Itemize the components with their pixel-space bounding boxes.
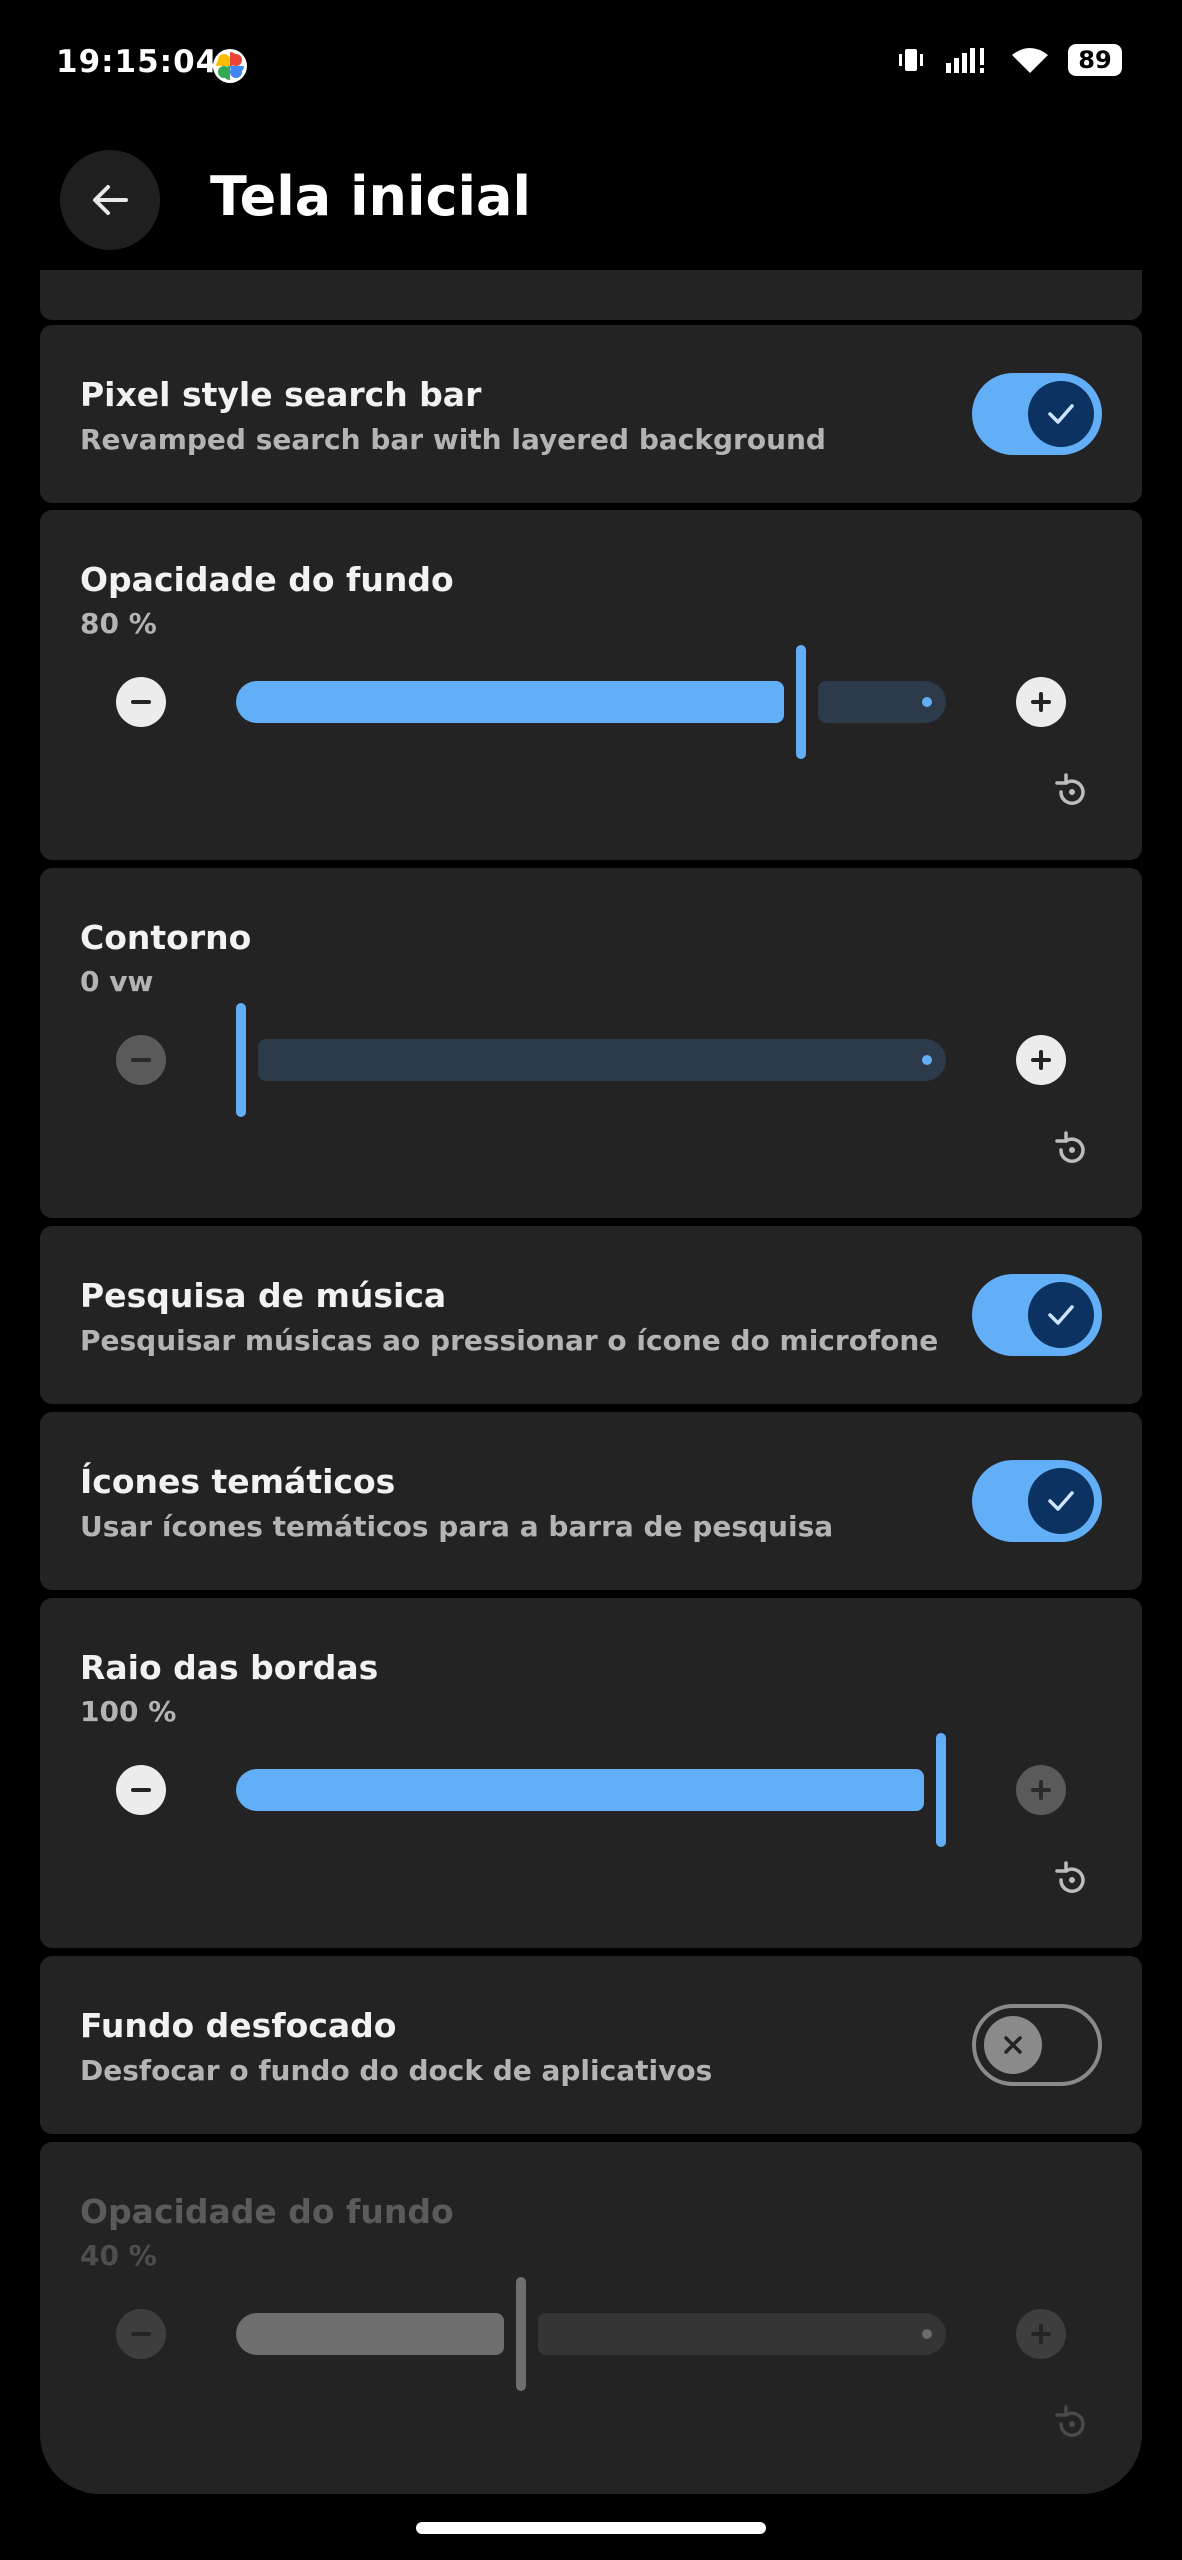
increase-button[interactable]: [1016, 1035, 1066, 1085]
decrease-button[interactable]: [116, 1765, 166, 1815]
check-icon: [1048, 1305, 1074, 1325]
setting-title: Fundo desfocado: [80, 2006, 397, 2045]
pixel-search-toggle[interactable]: [972, 373, 1102, 455]
back-button[interactable]: [60, 150, 160, 250]
wifi-icon: [1010, 45, 1050, 75]
reset-icon[interactable]: [1052, 772, 1092, 812]
bg-opacity-slider[interactable]: [236, 645, 946, 759]
toggle-knob: [1028, 1468, 1094, 1534]
themed-icons-card[interactable]: Ícones temáticos Usar ícones temáticos p…: [40, 1412, 1142, 1590]
arrow-left-icon: [93, 185, 128, 215]
decrease-button[interactable]: [116, 677, 166, 727]
blur-bg-toggle[interactable]: [972, 2004, 1102, 2086]
setting-subtitle: Revamped search bar with layered backgro…: [80, 423, 826, 456]
slider-end-dot: [922, 1055, 932, 1065]
setting-value: 40 %: [80, 2239, 157, 2272]
increase-button: [1016, 2309, 1066, 2359]
dock-opacity-slider: [236, 2277, 946, 2391]
pixel-search-card[interactable]: Pixel style search bar Revamped search b…: [40, 325, 1142, 503]
page-title: Tela inicial: [210, 165, 531, 228]
increase-button[interactable]: [1016, 677, 1066, 727]
decrease-button: [116, 2309, 166, 2359]
setting-title: Pesquisa de música: [80, 1276, 447, 1315]
minus-icon: [131, 1788, 151, 1792]
vibrate-icon: [896, 45, 926, 75]
setting-subtitle: Pesquisar músicas ao pressionar o ícone …: [80, 1324, 939, 1357]
status-bar: 19:15:04 89: [0, 0, 1182, 130]
plus-icon: [1031, 1050, 1051, 1070]
setting-value: 80 %: [80, 607, 157, 640]
previous-setting-card: [40, 270, 1142, 320]
corner-radius-slider[interactable]: [236, 1733, 946, 1847]
corner-radius-card: Raio das bordas 100 %: [40, 1598, 1142, 1948]
setting-title: Ícones temáticos: [80, 1462, 396, 1501]
minus-icon: [131, 2332, 151, 2336]
setting-subtitle: Usar ícones temáticos para a barra de pe…: [80, 1510, 834, 1543]
outline-slider[interactable]: [236, 1003, 946, 1117]
setting-title: Raio das bordas: [80, 1648, 379, 1687]
slider-inactive-track: [258, 1039, 946, 1081]
music-search-toggle[interactable]: [972, 1274, 1102, 1356]
slider-end-dot: [922, 2329, 932, 2339]
slider-handle[interactable]: [236, 1003, 246, 1117]
reset-icon: [1055, 2405, 1085, 2437]
reset-icon[interactable]: [1052, 1130, 1092, 1170]
slider-inactive-track: [538, 2313, 946, 2355]
minus-icon: [131, 700, 151, 704]
slider-handle: [516, 2277, 526, 2391]
outline-card: Contorno 0 vw: [40, 868, 1142, 1218]
slider-active-track: [236, 1769, 924, 1811]
setting-subtitle: Desfocar o fundo do dock de aplicativos: [80, 2054, 713, 2087]
slider-active-track: [236, 2313, 504, 2355]
plus-icon: [1031, 2324, 1051, 2344]
slider-end-dot: [922, 697, 932, 707]
minus-icon: [131, 1058, 151, 1062]
status-icons: 89: [896, 44, 1122, 76]
themed-icons-toggle[interactable]: [972, 1460, 1102, 1542]
setting-title: Pixel style search bar: [80, 375, 482, 414]
setting-value: 100 %: [80, 1695, 177, 1728]
dock-opacity-card: Opacidade do fundo 40 %: [40, 2142, 1142, 2494]
toggle-knob: [1028, 381, 1094, 447]
increase-button[interactable]: [1016, 1765, 1066, 1815]
slider-handle[interactable]: [796, 645, 806, 759]
status-time: 19:15:04: [56, 44, 219, 80]
plus-icon: [1031, 692, 1051, 712]
toggle-knob: [984, 2016, 1042, 2074]
check-icon: [1048, 1491, 1074, 1511]
decrease-button[interactable]: [116, 1035, 166, 1085]
plus-icon: [1031, 1780, 1051, 1800]
reset-icon[interactable]: [1052, 1860, 1092, 1900]
setting-title: Opacidade do fundo: [80, 2192, 454, 2231]
blur-bg-card[interactable]: Fundo desfocado Desfocar o fundo do dock…: [40, 1956, 1142, 2134]
signal-icon: [944, 45, 992, 75]
setting-title: Opacidade do fundo: [80, 560, 454, 599]
bg-opacity-card: Opacidade do fundo 80 %: [40, 510, 1142, 860]
slider-handle[interactable]: [936, 1733, 946, 1847]
music-search-card[interactable]: Pesquisa de música Pesquisar músicas ao …: [40, 1226, 1142, 1404]
home-indicator[interactable]: [416, 2522, 766, 2534]
setting-value: 0 vw: [80, 965, 154, 998]
slider-active-track: [236, 681, 784, 723]
google-photos-icon: [212, 48, 248, 84]
battery-icon: 89: [1068, 44, 1122, 76]
close-icon: [1004, 2036, 1022, 2054]
toggle-knob: [1028, 1282, 1094, 1348]
settings-screen: 19:15:04 89 Tela inicial Pixel style sea…: [0, 0, 1182, 2560]
setting-title: Contorno: [80, 918, 252, 957]
check-icon: [1048, 404, 1074, 424]
